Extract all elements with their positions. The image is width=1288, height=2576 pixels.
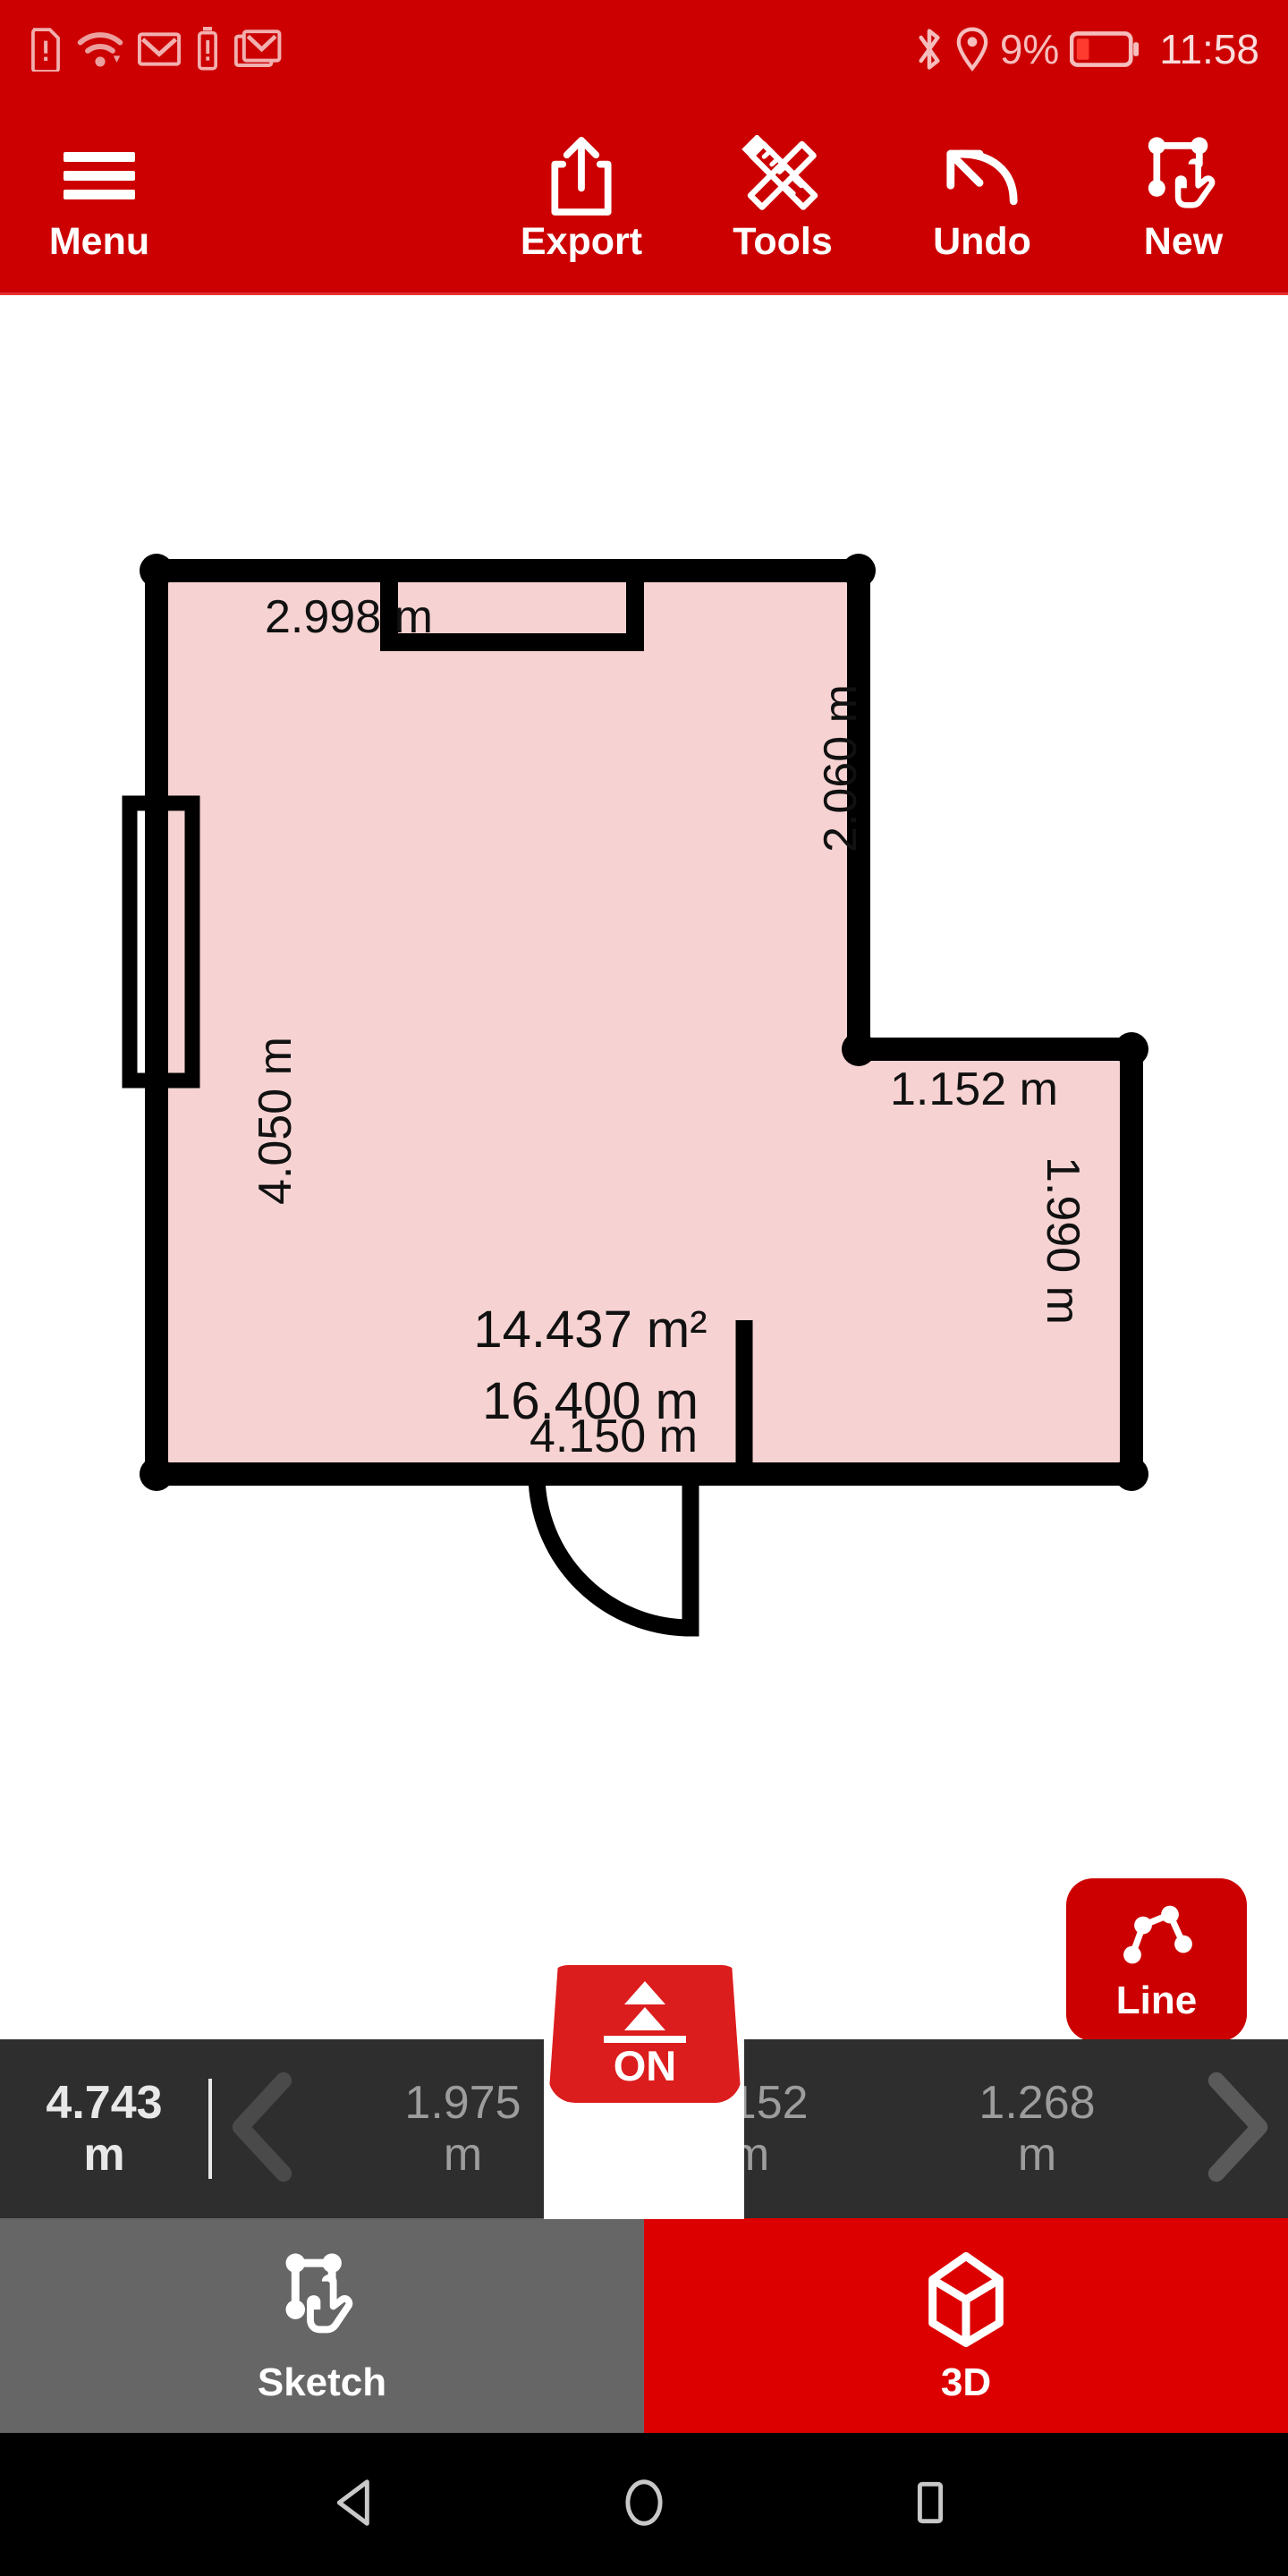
dimension-label-right-upper-wall[interactable]: 2.060 m: [814, 684, 868, 852]
android-nav-bar: [0, 2433, 1288, 2576]
line-tool-button[interactable]: Line: [1066, 1878, 1247, 2039]
nav-recents-button[interactable]: [877, 2451, 984, 2558]
dimension-label-right-lower-wall[interactable]: 1.990 m: [1036, 1157, 1089, 1325]
wifi-icon: [77, 29, 123, 70]
new-plan-hand-icon: [1143, 133, 1224, 219]
battery-icon: [1070, 30, 1140, 69]
current-measurement-unit: m: [83, 2129, 125, 2181]
export-button[interactable]: Export: [487, 98, 675, 295]
hamburger-menu-icon: [64, 133, 135, 219]
gmail-stack-icon: [234, 29, 283, 70]
chevron-right-icon: [1191, 2070, 1277, 2189]
wall-node: [140, 554, 174, 588]
measurement-item-value: 1.975: [404, 2076, 521, 2129]
room-area-label[interactable]: 14.437 m²: [447, 1300, 733, 1360]
undo-arrow-icon: [943, 133, 1021, 219]
status-bar-right: 9% 11:58: [914, 25, 1259, 73]
bluetooth-icon: [914, 26, 945, 72]
room-perimeter-label[interactable]: 16.400 m: [447, 1371, 733, 1431]
dimension-label-notch-wall[interactable]: 1.152 m: [890, 1063, 1058, 1116]
nav-home-circle-icon: [616, 2475, 672, 2535]
floor-plan-canvas[interactable]: 2.998 m 2.060 m 1.152 m 1.990 m 4.050 m …: [0, 298, 1288, 2039]
wall-node: [1114, 1032, 1148, 1066]
tab-3d-label: 3D: [940, 2360, 992, 2404]
tools-button-label: Tools: [733, 219, 833, 263]
measurement-item[interactable]: 1.268 m: [957, 2077, 1118, 2181]
tools-button[interactable]: Tools: [689, 98, 877, 295]
tab-sketch-label: Sketch: [257, 2360, 387, 2404]
menu-button-label: Menu: [48, 219, 150, 263]
app-toolbar: Menu Export Tools Undo New: [0, 98, 1288, 295]
ruler-pencil-icon: [741, 133, 824, 219]
gmail-icon: [138, 31, 181, 67]
laser-on-button[interactable]: ON: [548, 1965, 741, 2103]
new-button[interactable]: New: [1089, 98, 1277, 295]
wall-node: [1114, 1457, 1148, 1491]
cube-3d-icon: [919, 2246, 1013, 2353]
status-bar: 9% 11:58: [0, 0, 1288, 98]
battery-alert-icon: [195, 27, 220, 72]
laser-on-label: ON: [613, 2042, 677, 2089]
measurement-list: 1.975 m 1.152 m 1.268 m: [319, 2077, 1181, 2181]
measurement-item[interactable]: 1.975 m: [383, 2077, 544, 2181]
tab-3d[interactable]: 3D: [644, 2218, 1288, 2433]
current-measurement-value: 4.743: [46, 2076, 163, 2129]
new-button-label: New: [1143, 219, 1224, 263]
sketch-hand-icon: [275, 2246, 369, 2353]
wall-node: [140, 1457, 174, 1491]
door-swing-arc: [528, 1473, 699, 1637]
nav-recents-square-icon: [902, 2475, 958, 2535]
laser-up-triangle-icon: [624, 2007, 665, 2030]
bottom-tab-bar: Sketch 3D: [0, 2218, 1288, 2433]
status-bar-left: [29, 27, 914, 72]
chevron-left-icon: [223, 2070, 309, 2189]
export-button-label: Export: [520, 219, 643, 263]
measurement-prev-button[interactable]: [212, 2070, 319, 2189]
battery-percent-label: 9%: [999, 26, 1060, 72]
nav-back-button[interactable]: [304, 2451, 411, 2558]
nav-back-triangle-icon: [330, 2475, 386, 2535]
polyline-icon: [1114, 1896, 1199, 1973]
line-tool-label: Line: [1115, 1979, 1198, 2022]
undo-button-label: Undo: [933, 219, 1031, 263]
dimension-label-left-wall[interactable]: 4.050 m: [249, 1037, 302, 1205]
sim-alert-icon: [29, 27, 63, 72]
measurement-item-unit: m: [1017, 2129, 1057, 2181]
share-export-icon: [547, 133, 616, 219]
measurement-item-value: 1.268: [979, 2076, 1096, 2129]
measurement-item-unit: m: [443, 2129, 483, 2181]
laser-up-triangle-icon: [624, 1981, 665, 2004]
nav-home-button[interactable]: [590, 2451, 698, 2558]
measurement-next-button[interactable]: [1181, 2070, 1288, 2189]
location-pin-icon: [955, 27, 989, 72]
current-measurement[interactable]: 4.743 m: [0, 2077, 208, 2181]
menu-button[interactable]: Menu: [5, 98, 193, 295]
dimension-label-top-wall[interactable]: 2.998 m: [265, 590, 433, 644]
wall-node: [842, 554, 876, 588]
wall-node: [842, 1032, 876, 1066]
status-clock: 11:58: [1159, 26, 1259, 72]
undo-button[interactable]: Undo: [888, 98, 1076, 295]
tab-sketch[interactable]: Sketch: [0, 2218, 644, 2433]
floor-plan-drawing[interactable]: [0, 298, 1288, 2039]
